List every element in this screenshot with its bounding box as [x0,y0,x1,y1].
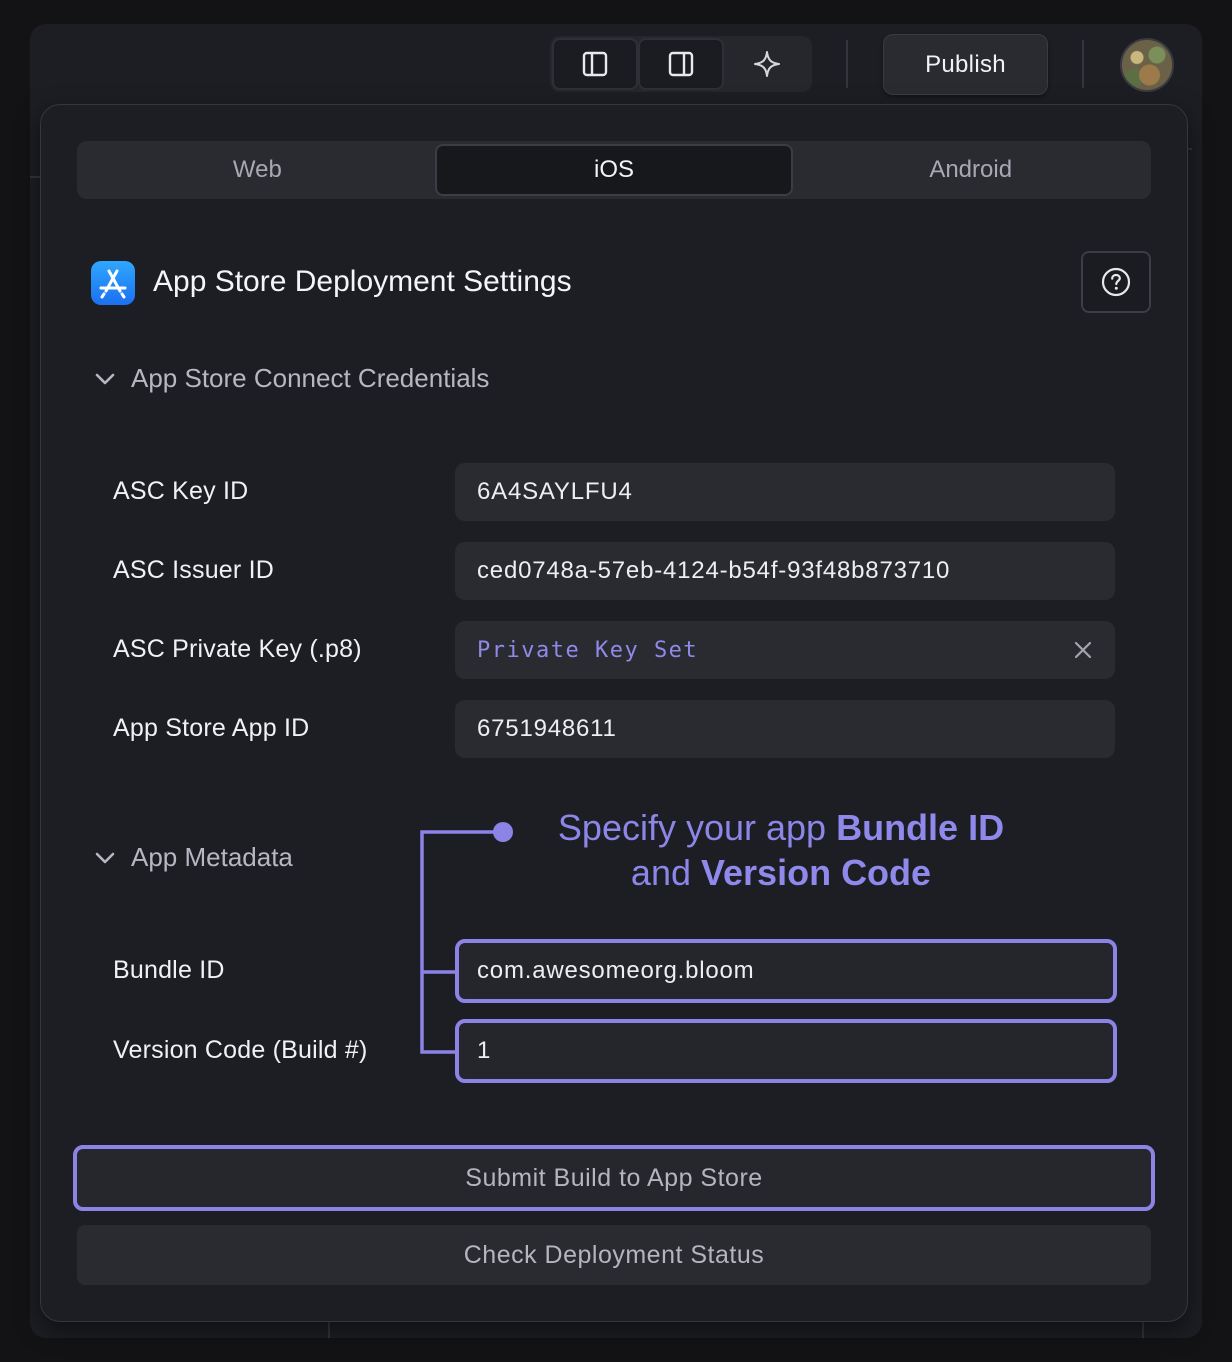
avatar[interactable] [1120,38,1174,92]
tab-web[interactable]: Web [80,144,435,196]
deployment-settings-panel: Web iOS Android App Store Deployment Set… [40,104,1188,1322]
platform-tabs: Web iOS Android [77,141,1151,199]
version-code-label: Version Code (Build #) [113,1036,368,1064]
callout-text: Specify your app Bundle ID and Version C… [511,805,1051,895]
close-icon[interactable] [1071,638,1095,662]
ai-assistant-button[interactable] [724,38,810,90]
app-store-icon [91,261,135,305]
callout-version-code: Version Code [701,852,932,893]
background-divider [328,1320,330,1338]
asc-private-key-label: ASC Private Key (.p8) [113,635,362,663]
toolbar-divider [846,40,848,88]
asc-key-id-label: ASC Key ID [113,477,249,505]
bundle-id-field[interactable]: com.awesomeorg.bloom [455,939,1117,1003]
asc-key-id-field[interactable]: 6A4SAYLFU4 [455,463,1115,521]
publish-button[interactable]: Publish [883,34,1048,95]
chevron-down-icon [95,373,115,384]
left-sidebar-toggle-button[interactable] [552,38,638,90]
asc-private-key-field[interactable]: Private Key Set [455,621,1115,679]
top-toolbar: Publish [30,24,1202,108]
tab-ios[interactable]: iOS [434,144,794,196]
credentials-section-header[interactable]: App Store Connect Credentials [93,363,489,394]
help-circle-icon [1101,267,1131,297]
toolbar-divider [1082,40,1084,88]
callout-bundle-id: Bundle ID [836,807,1005,848]
callout-middle: and [630,852,701,893]
tab-android[interactable]: Android [793,144,1148,196]
right-sidebar-toggle-icon [668,51,694,77]
callout-prefix: Specify your app [557,807,837,848]
check-status-button[interactable]: Check Deployment Status [77,1225,1151,1285]
version-code-field[interactable]: 1 [455,1019,1117,1083]
background-divider [1142,1320,1144,1338]
right-sidebar-toggle-button[interactable] [638,38,724,90]
bundle-id-label: Bundle ID [113,956,225,984]
page-title: App Store Deployment Settings [153,265,572,298]
app-store-app-id-label: App Store App ID [113,714,310,742]
app-store-app-id-field[interactable]: 6751948611 [455,700,1115,758]
section-title: App Store Connect Credentials [131,363,490,393]
private-key-status: Private Key Set [477,637,699,663]
submit-build-button[interactable]: Submit Build to App Store [73,1145,1155,1211]
section-title: App Metadata [131,842,293,872]
left-sidebar-toggle-icon [582,51,608,77]
chevron-down-icon [95,852,115,863]
asc-issuer-id-label: ASC Issuer ID [113,556,274,584]
sparkle-icon [754,51,780,77]
layout-button-group [550,36,812,92]
metadata-section-header[interactable]: App Metadata [93,842,293,873]
help-button[interactable] [1081,251,1151,313]
asc-issuer-id-field[interactable]: ced0748a-57eb-4124-b54f-93f48b873710 [455,542,1115,600]
